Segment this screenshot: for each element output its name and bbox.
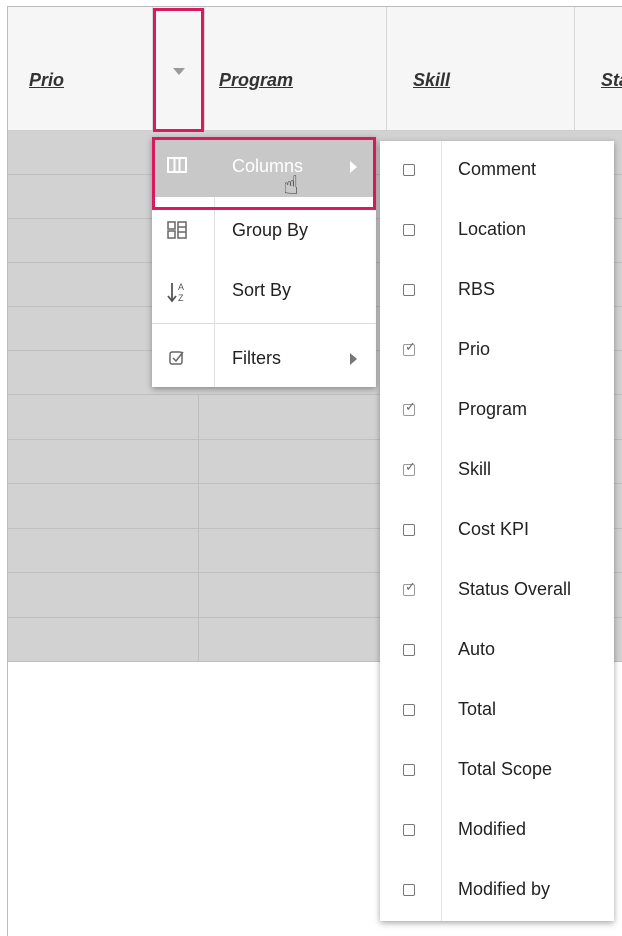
column-option-cost-kpi[interactable]: Cost KPI (380, 501, 614, 561)
checkbox-checked[interactable] (403, 582, 416, 596)
column-divider (198, 529, 199, 572)
checkbox-icon (166, 349, 188, 369)
column-option-label: Total Scope (458, 759, 553, 779)
column-option-modified-by[interactable]: Modified by (380, 861, 614, 921)
column-option-label: Location (458, 219, 527, 239)
column-option-label: Program (458, 399, 528, 419)
column-option-status-overall[interactable]: Status Overall (380, 561, 614, 621)
menu-item-sort-by[interactable]: AZ Sort By (152, 261, 376, 321)
sort-az-icon: AZ (166, 281, 188, 303)
column-divider (198, 395, 199, 439)
column-option-total[interactable]: Total (380, 681, 614, 741)
hand-cursor-icon: ☝ (283, 170, 299, 200)
column-option-label: Auto (458, 639, 496, 659)
checkbox[interactable] (403, 764, 415, 776)
column-option-skill[interactable]: Skill (380, 441, 614, 501)
checkbox[interactable] (403, 524, 415, 536)
column-divider (198, 573, 199, 617)
checkbox[interactable] (403, 644, 415, 656)
checkbox[interactable] (403, 224, 415, 236)
column-option-label: Modified by (458, 879, 551, 899)
column-header-status[interactable]: Sta (575, 7, 622, 130)
column-option-location[interactable]: Location (380, 201, 614, 261)
menu-item-group-by[interactable]: Group By (152, 201, 376, 261)
column-header-program[interactable]: Program (205, 7, 387, 130)
column-option-label: Cost KPI (458, 519, 530, 539)
column-option-label: RBS (458, 279, 496, 299)
highlight-box (153, 8, 204, 132)
column-option-comment[interactable]: Comment (380, 141, 614, 201)
checkbox[interactable] (403, 704, 415, 716)
highlight-box (152, 137, 376, 210)
column-option-label: Prio (458, 339, 491, 359)
group-by-icon (166, 221, 188, 241)
menu-separator (152, 323, 376, 324)
column-header-label[interactable]: Sta (601, 70, 622, 91)
column-option-total-scope[interactable]: Total Scope (380, 741, 614, 801)
column-option-label: Skill (458, 459, 492, 479)
checkbox-checked[interactable] (403, 342, 416, 356)
column-divider (198, 484, 199, 528)
column-header-skill[interactable]: Skill (387, 7, 575, 130)
column-header-label[interactable]: Skill (413, 70, 450, 91)
svg-text:A: A (178, 282, 184, 292)
column-divider (198, 618, 199, 661)
menu-item-label: Group By (232, 220, 309, 240)
checkbox[interactable] (403, 164, 415, 176)
column-option-label: Comment (458, 159, 537, 179)
checkbox-checked[interactable] (403, 462, 416, 476)
column-option-label: Status Overall (458, 579, 572, 599)
column-header-label[interactable]: Program (219, 70, 293, 91)
column-option-modified[interactable]: Modified (380, 801, 614, 861)
column-option-prio[interactable]: Prio (380, 321, 614, 381)
checkbox[interactable] (403, 824, 415, 836)
column-divider (198, 440, 199, 483)
column-option-auto[interactable]: Auto (380, 621, 614, 681)
column-option-label: Total (458, 699, 497, 719)
column-option-rbs[interactable]: RBS (380, 261, 614, 321)
menu-item-label: Sort By (232, 280, 292, 300)
checkbox-checked[interactable] (403, 402, 416, 416)
checkbox[interactable] (403, 284, 415, 296)
menu-icon-divider (214, 197, 215, 387)
svg-text:Z: Z (178, 293, 184, 303)
column-option-label: Modified (458, 819, 527, 839)
checkbox[interactable] (403, 884, 415, 896)
columns-submenu: Comment Location RBS Prio Program Skill … (380, 141, 614, 921)
column-header-prio[interactable]: Prio (8, 7, 153, 130)
submenu-arrow-icon (350, 353, 357, 365)
column-option-program[interactable]: Program (380, 381, 614, 441)
menu-item-filters[interactable]: Filters (152, 329, 376, 389)
column-header-label[interactable]: Prio (29, 70, 64, 91)
grid-header: Prio Program Skill Sta (8, 7, 622, 131)
menu-item-label: Filters (232, 348, 281, 368)
